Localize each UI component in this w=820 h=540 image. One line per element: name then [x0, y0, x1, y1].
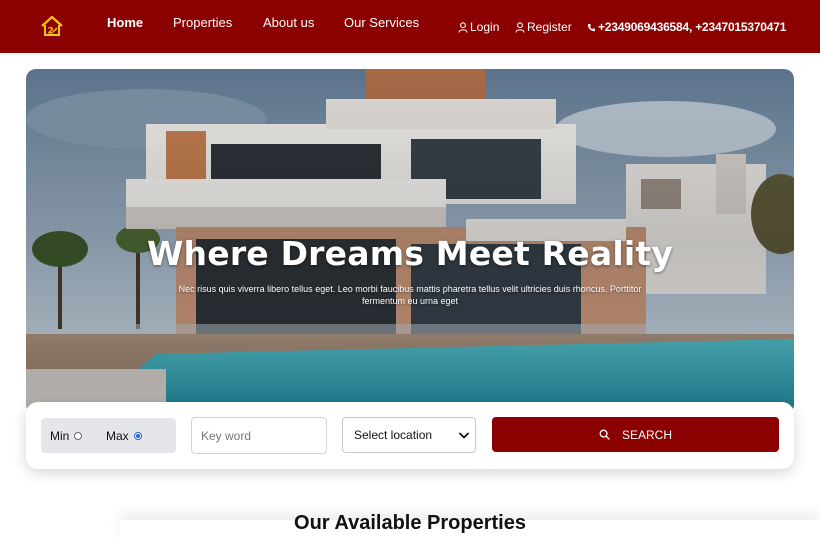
register-label: Register: [527, 20, 572, 34]
location-selected-value: Select location: [354, 428, 433, 442]
top-navbar: 2 Home Properties About us Our Services …: [0, 0, 820, 53]
nav-link-about-us[interactable]: About us: [263, 15, 314, 30]
hero-title: Where Dreams Meet Reality: [146, 234, 674, 273]
nav-link-our-services[interactable]: Our Services: [344, 15, 419, 30]
chevron-down-icon: [459, 432, 469, 438]
user-icon: [515, 21, 525, 33]
search-button[interactable]: SEARCH: [492, 417, 779, 452]
user-icon: [458, 21, 468, 33]
location-select[interactable]: Select location: [342, 417, 476, 453]
min-price-radio[interactable]: Min: [50, 429, 83, 443]
phone-icon: [587, 23, 595, 31]
max-price-radio[interactable]: Max: [106, 429, 142, 443]
keyword-input[interactable]: [191, 417, 327, 454]
register-link[interactable]: Register: [515, 20, 572, 34]
login-label: Login: [470, 20, 500, 34]
nav-link-properties[interactable]: Properties: [173, 15, 232, 30]
min-radio-button[interactable]: [74, 432, 83, 440]
login-link[interactable]: Login: [458, 20, 499, 34]
max-radio-button[interactable]: [133, 432, 142, 440]
house-logo-icon[interactable]: 2: [40, 15, 64, 37]
hero-subtitle: Nec risus quis viverra libero tellus ege…: [178, 284, 642, 306]
hero-banner: Where Dreams Meet Reality Nec risus quis…: [26, 69, 794, 414]
nav-link-home[interactable]: Home: [107, 15, 143, 30]
min-label: Min: [50, 429, 70, 443]
available-properties-heading: Our Available Properties: [294, 512, 526, 534]
property-search-panel: Min Max Select location SEARCH: [26, 402, 794, 469]
contact-phones: +2349069436584, +2347015370471: [587, 20, 786, 34]
max-label: Max: [106, 429, 129, 443]
search-button-label: SEARCH: [621, 427, 672, 442]
price-filter-group: Min Max: [41, 418, 176, 453]
search-icon: [599, 429, 610, 440]
phone-numbers: +2349069436584, +2347015370471: [598, 20, 787, 34]
